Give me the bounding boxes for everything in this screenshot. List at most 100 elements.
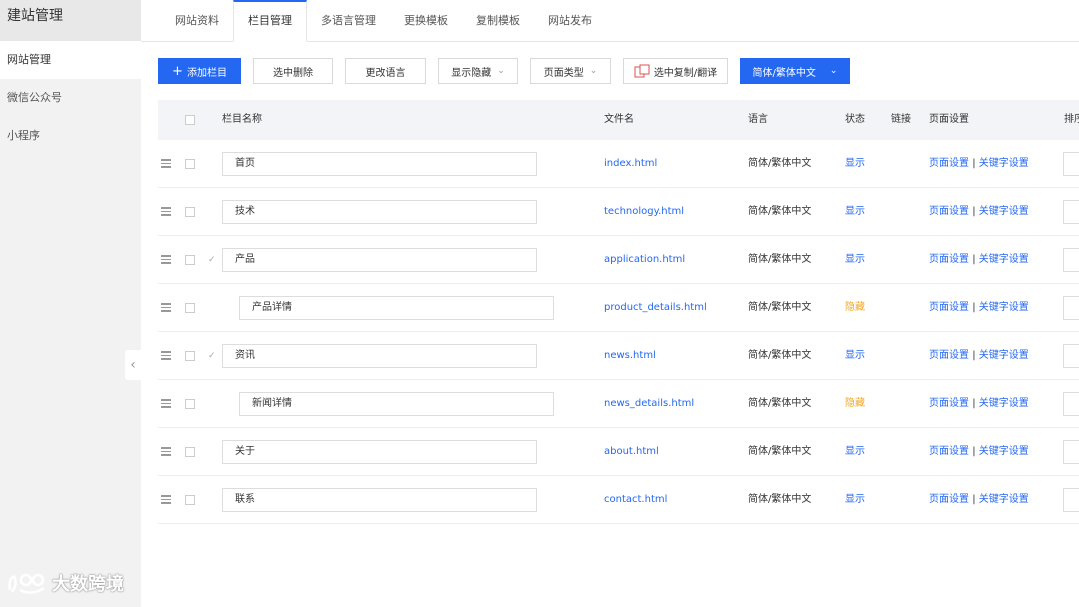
language-select[interactable]: 简体/繁体中文 ⌄ (740, 58, 850, 84)
show-hide-label: 显示隐藏 (451, 67, 492, 79)
file-name-link[interactable]: product_details.html (604, 284, 707, 332)
page-settings-link[interactable]: 页面设置 (929, 398, 969, 409)
row-checkbox[interactable] (185, 447, 195, 457)
sidebar-item-wechat[interactable]: 微信公众号 (0, 79, 141, 117)
sort-input[interactable] (1063, 248, 1079, 272)
page-settings-link[interactable]: 页面设置 (929, 302, 969, 313)
change-language-button[interactable]: 更改语言 (345, 58, 426, 84)
chevron-down-icon: ⌄ (829, 66, 838, 76)
keyword-settings-link[interactable]: 关键字设置 (979, 302, 1029, 313)
sort-input[interactable] (1063, 200, 1079, 224)
sort-input[interactable] (1063, 440, 1079, 464)
tab-copy-template[interactable]: 复制模板 (462, 0, 534, 42)
page-type-dropdown[interactable]: 页面类型 ⌄ (530, 58, 611, 84)
keyword-settings-link[interactable]: 关键字设置 (979, 158, 1029, 169)
keyword-settings-link[interactable]: 关键字设置 (979, 254, 1029, 265)
column-name-input[interactable]: 产品详情 (239, 296, 554, 320)
tab-change-template[interactable]: 更换模板 (390, 0, 462, 42)
file-name-link[interactable]: about.html (604, 428, 659, 476)
sort-input[interactable] (1063, 152, 1079, 176)
language-cell: 简体/繁体中文 (748, 446, 812, 457)
column-name-input[interactable]: 关于 (222, 440, 537, 464)
sidebar-item-website[interactable]: 网站管理 (0, 41, 141, 79)
row-checkbox[interactable] (185, 495, 195, 505)
drag-handle-icon[interactable] (161, 159, 171, 168)
separator: | (972, 446, 976, 457)
file-name-link[interactable]: news_details.html (604, 380, 694, 428)
collapse-sidebar-button[interactable]: ‹ (125, 350, 141, 380)
status-toggle[interactable]: 隐藏 (845, 380, 865, 428)
column-name-input[interactable]: 新闻详情 (239, 392, 554, 416)
delete-selected-button[interactable]: 选中删除 (253, 58, 333, 84)
header-sort: 排序 (1064, 114, 1079, 125)
drag-handle-icon[interactable] (161, 399, 171, 408)
drag-handle-icon[interactable] (161, 447, 171, 456)
keyword-settings-link[interactable]: 关键字设置 (979, 398, 1029, 409)
file-name-link[interactable]: technology.html (604, 188, 684, 236)
file-name-link[interactable]: news.html (604, 332, 656, 380)
header-page-settings: 页面设置 (929, 114, 969, 125)
status-toggle[interactable]: 显示 (845, 428, 865, 476)
sort-input[interactable] (1063, 296, 1079, 320)
plus-icon: + (172, 63, 183, 79)
file-name-link[interactable]: application.html (604, 236, 685, 284)
expand-chevron-icon[interactable]: ✓ (208, 332, 216, 380)
page-settings-link[interactable]: 页面设置 (929, 446, 969, 457)
expand-chevron-icon[interactable]: ✓ (208, 236, 216, 284)
sort-input[interactable] (1063, 344, 1079, 368)
status-toggle[interactable]: 显示 (845, 236, 865, 284)
add-column-label: 添加栏目 (186, 67, 227, 79)
keyword-settings-link[interactable]: 关键字设置 (979, 350, 1029, 361)
column-name-input[interactable]: 资讯 (222, 344, 537, 368)
tab-site-info[interactable]: 网站资料 (161, 0, 233, 42)
separator: | (972, 350, 976, 361)
tab-column-management[interactable]: 栏目管理 (233, 0, 307, 42)
row-checkbox[interactable] (185, 207, 195, 217)
chevron-down-icon: ⌄ (589, 66, 598, 76)
tab-multilang[interactable]: 多语言管理 (307, 0, 390, 42)
sort-input[interactable] (1063, 392, 1079, 416)
status-toggle[interactable]: 显示 (845, 188, 865, 236)
file-name-link[interactable]: index.html (604, 140, 657, 188)
keyword-settings-link[interactable]: 关键字设置 (979, 206, 1029, 217)
drag-handle-icon[interactable] (161, 495, 171, 504)
status-toggle[interactable]: 显示 (845, 140, 865, 188)
keyword-settings-link[interactable]: 关键字设置 (979, 446, 1029, 457)
status-toggle[interactable]: 显示 (845, 476, 865, 524)
sidebar-item-miniprogram[interactable]: 小程序 (0, 117, 141, 155)
page-settings-link[interactable]: 页面设置 (929, 494, 969, 505)
page-settings-link[interactable]: 页面设置 (929, 206, 969, 217)
header-status: 状态 (845, 114, 865, 125)
row-checkbox[interactable] (185, 399, 195, 409)
status-toggle[interactable]: 显示 (845, 332, 865, 380)
status-toggle[interactable]: 隐藏 (845, 284, 865, 332)
tab-publish[interactable]: 网站发布 (534, 0, 606, 42)
keyword-settings-link[interactable]: 关键字设置 (979, 494, 1029, 505)
page-settings-link[interactable]: 页面设置 (929, 350, 969, 361)
show-hide-dropdown[interactable]: 显示隐藏 ⌄ (438, 58, 518, 84)
language-select-label: 简体/繁体中文 (752, 67, 816, 79)
column-name-input[interactable]: 技术 (222, 200, 537, 224)
table-row: ✓ 资讯 news.html 简体/繁体中文 显示 页面设置 | 关键字设置 (158, 332, 1079, 380)
file-name-link[interactable]: contact.html (604, 476, 667, 524)
page-settings-link[interactable]: 页面设置 (929, 158, 969, 169)
row-checkbox[interactable] (185, 351, 195, 361)
column-name-input[interactable]: 联系 (222, 488, 537, 512)
select-all-checkbox[interactable] (185, 115, 195, 125)
row-checkbox[interactable] (185, 159, 195, 169)
drag-handle-icon[interactable] (161, 351, 171, 360)
row-checkbox[interactable] (185, 255, 195, 265)
copy-translate-button[interactable]: 选中复制/翻译 (623, 58, 728, 84)
drag-handle-icon[interactable] (161, 255, 171, 264)
column-name-input[interactable]: 首页 (222, 152, 537, 176)
drag-handle-icon[interactable] (161, 303, 171, 312)
column-name-input[interactable]: 产品 (222, 248, 537, 272)
sort-input[interactable] (1063, 488, 1079, 512)
table-row: 技术 technology.html 简体/繁体中文 显示 页面设置 | 关键字… (158, 188, 1079, 236)
copy-translate-label: 选中复制/翻译 (653, 67, 718, 79)
drag-handle-icon[interactable] (161, 207, 171, 216)
add-column-button[interactable]: + 添加栏目 (158, 58, 241, 84)
row-checkbox[interactable] (185, 303, 195, 313)
page-settings-link[interactable]: 页面设置 (929, 254, 969, 265)
tab-bar: 网站资料 栏目管理 多语言管理 更换模板 复制模板 网站发布 (141, 0, 1079, 42)
